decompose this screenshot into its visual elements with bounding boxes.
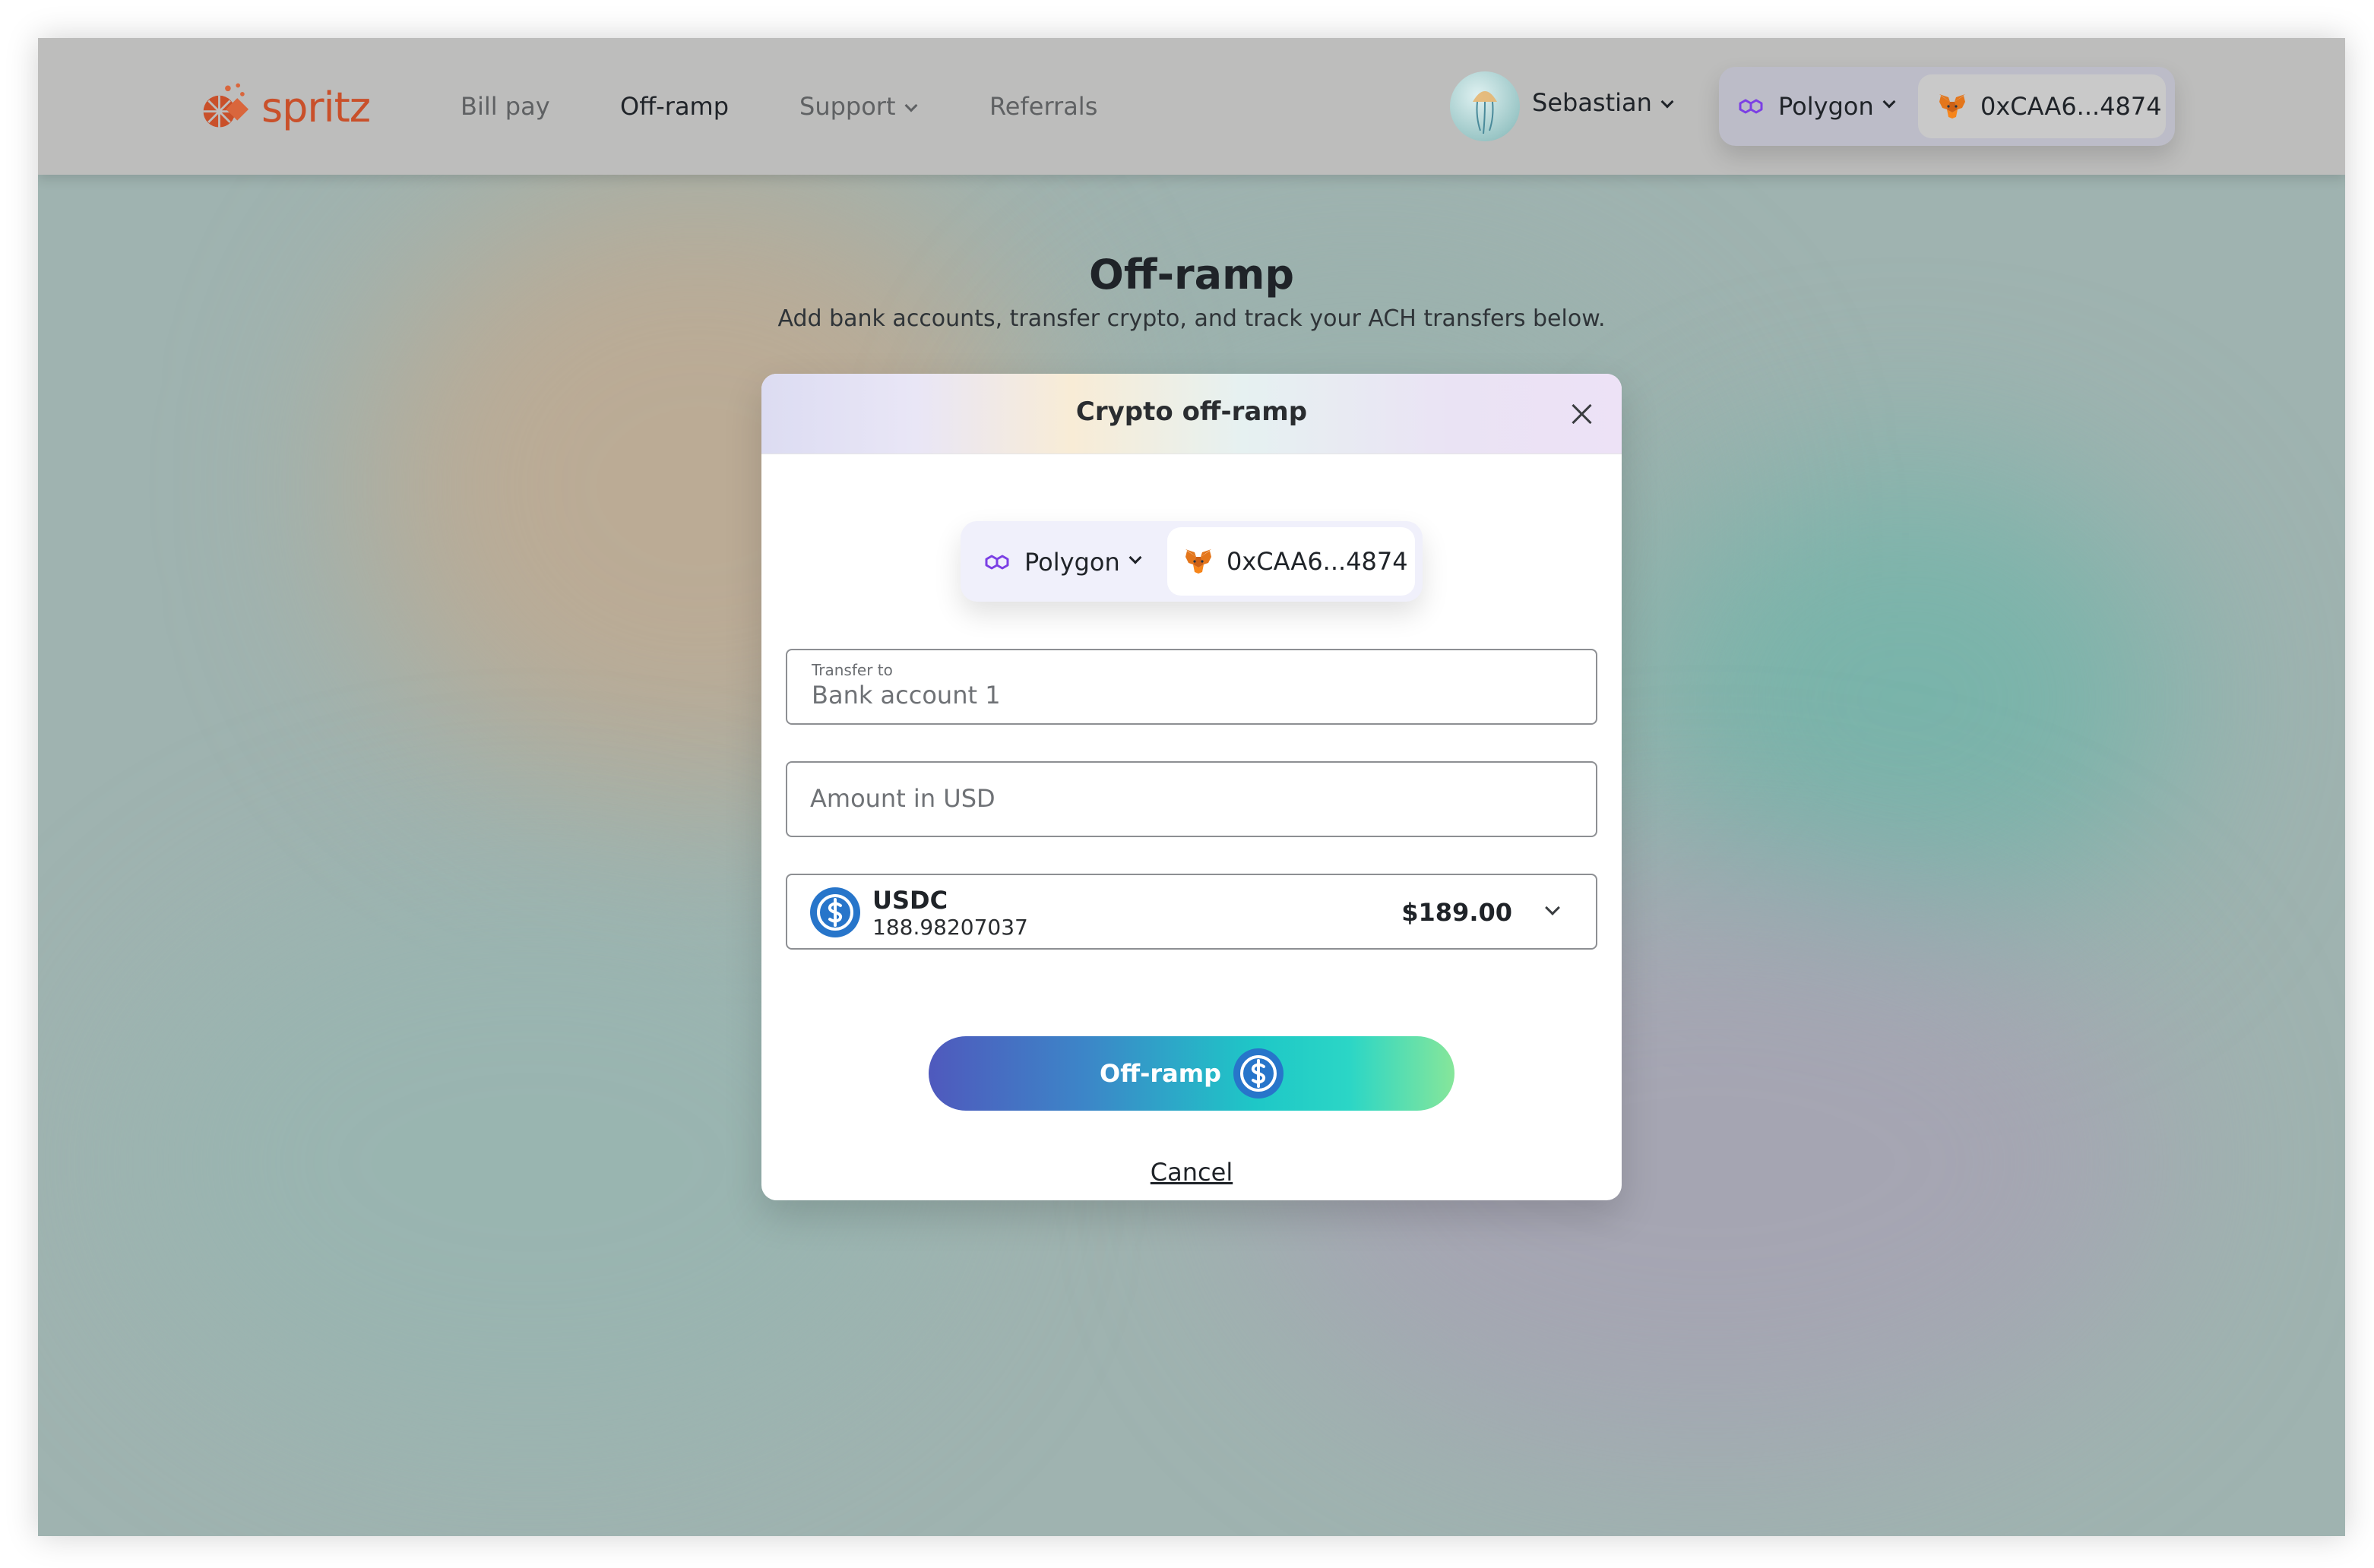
polygon-icon — [985, 555, 1009, 570]
page-subtitle: Add bank accounts, transfer crypto, and … — [777, 305, 1606, 332]
modal-network-selector[interactable]: Polygon — [982, 541, 1142, 583]
wallet-button[interactable]: 0xCAA6...4874 — [1918, 74, 2166, 138]
transfer-to-label: Transfer to — [812, 661, 893, 679]
avatar[interactable] — [1450, 71, 1520, 141]
amount-input[interactable] — [810, 784, 1570, 813]
user-menu[interactable]: Sebastian — [1532, 88, 1674, 117]
off-ramp-button-label: Off-ramp — [1099, 1059, 1222, 1088]
network-selector[interactable]: Polygon — [1736, 85, 1896, 128]
token-select[interactable]: USDC 188.98207037 $189.00 — [786, 874, 1597, 950]
modal-network-wallet-group: Polygon 0xCAA6...4874 — [961, 521, 1423, 602]
usdc-icon — [810, 887, 860, 937]
chevron-down-icon — [1882, 95, 1896, 109]
modal-network-name: Polygon — [1024, 548, 1120, 577]
wallet-address: 0xCAA6...4874 — [1980, 92, 2162, 121]
nav-support[interactable]: Support — [799, 92, 917, 121]
modal-header: Crypto off-ramp — [761, 374, 1622, 454]
chevron-down-icon — [1128, 551, 1142, 564]
chevron-down-icon — [904, 99, 917, 112]
network-name: Polygon — [1778, 92, 1874, 121]
amount-field[interactable] — [786, 761, 1597, 837]
cancel-link[interactable]: Cancel — [761, 1158, 1622, 1187]
chevron-down-icon — [1545, 900, 1560, 915]
crypto-off-ramp-modal: Crypto off-ramp Polygon 0xCAA6...4874 Tr… — [761, 374, 1622, 1200]
token-symbol: USDC — [872, 886, 948, 915]
modal-wallet-address: 0xCAA6...4874 — [1227, 547, 1408, 576]
nav-off-ramp[interactable]: Off-ramp — [620, 92, 729, 121]
app-window: spritz Bill pay Off-ramp Support Referra… — [38, 38, 2345, 1536]
close-icon[interactable] — [1568, 401, 1594, 427]
top-header: spritz Bill pay Off-ramp Support Referra… — [38, 38, 2345, 175]
user-name: Sebastian — [1532, 88, 1652, 117]
usdc-icon — [1233, 1048, 1284, 1099]
nav-support-label: Support — [799, 92, 896, 121]
page-title: Off-ramp — [1088, 251, 1295, 299]
off-ramp-button[interactable]: Off-ramp — [929, 1036, 1454, 1111]
polygon-icon — [1739, 99, 1763, 114]
jellyfish-avatar-icon — [1473, 91, 1497, 134]
metamask-fox-icon — [1939, 94, 1965, 119]
nav-bill-pay[interactable]: Bill pay — [461, 92, 550, 121]
transfer-to-select[interactable]: Transfer to Bank account 1 — [786, 649, 1597, 725]
spritz-logo[interactable]: spritz — [198, 77, 380, 137]
background-blob — [1634, 463, 2181, 934]
metamask-fox-icon — [1185, 549, 1211, 574]
token-balance: 188.98207037 — [872, 915, 1028, 940]
token-usd-value: $189.00 — [1401, 898, 1512, 927]
logo-text: spritz — [261, 83, 371, 131]
modal-title: Crypto off-ramp — [1075, 397, 1308, 427]
modal-wallet-button[interactable]: 0xCAA6...4874 — [1167, 527, 1415, 596]
nav-referrals[interactable]: Referrals — [989, 92, 1097, 121]
network-wallet-group: Polygon 0xCAA6...4874 — [1719, 67, 2175, 146]
chevron-down-icon — [1660, 95, 1674, 109]
spritz-logo-icon — [203, 83, 249, 128]
transfer-to-value: Bank account 1 — [812, 681, 1001, 710]
